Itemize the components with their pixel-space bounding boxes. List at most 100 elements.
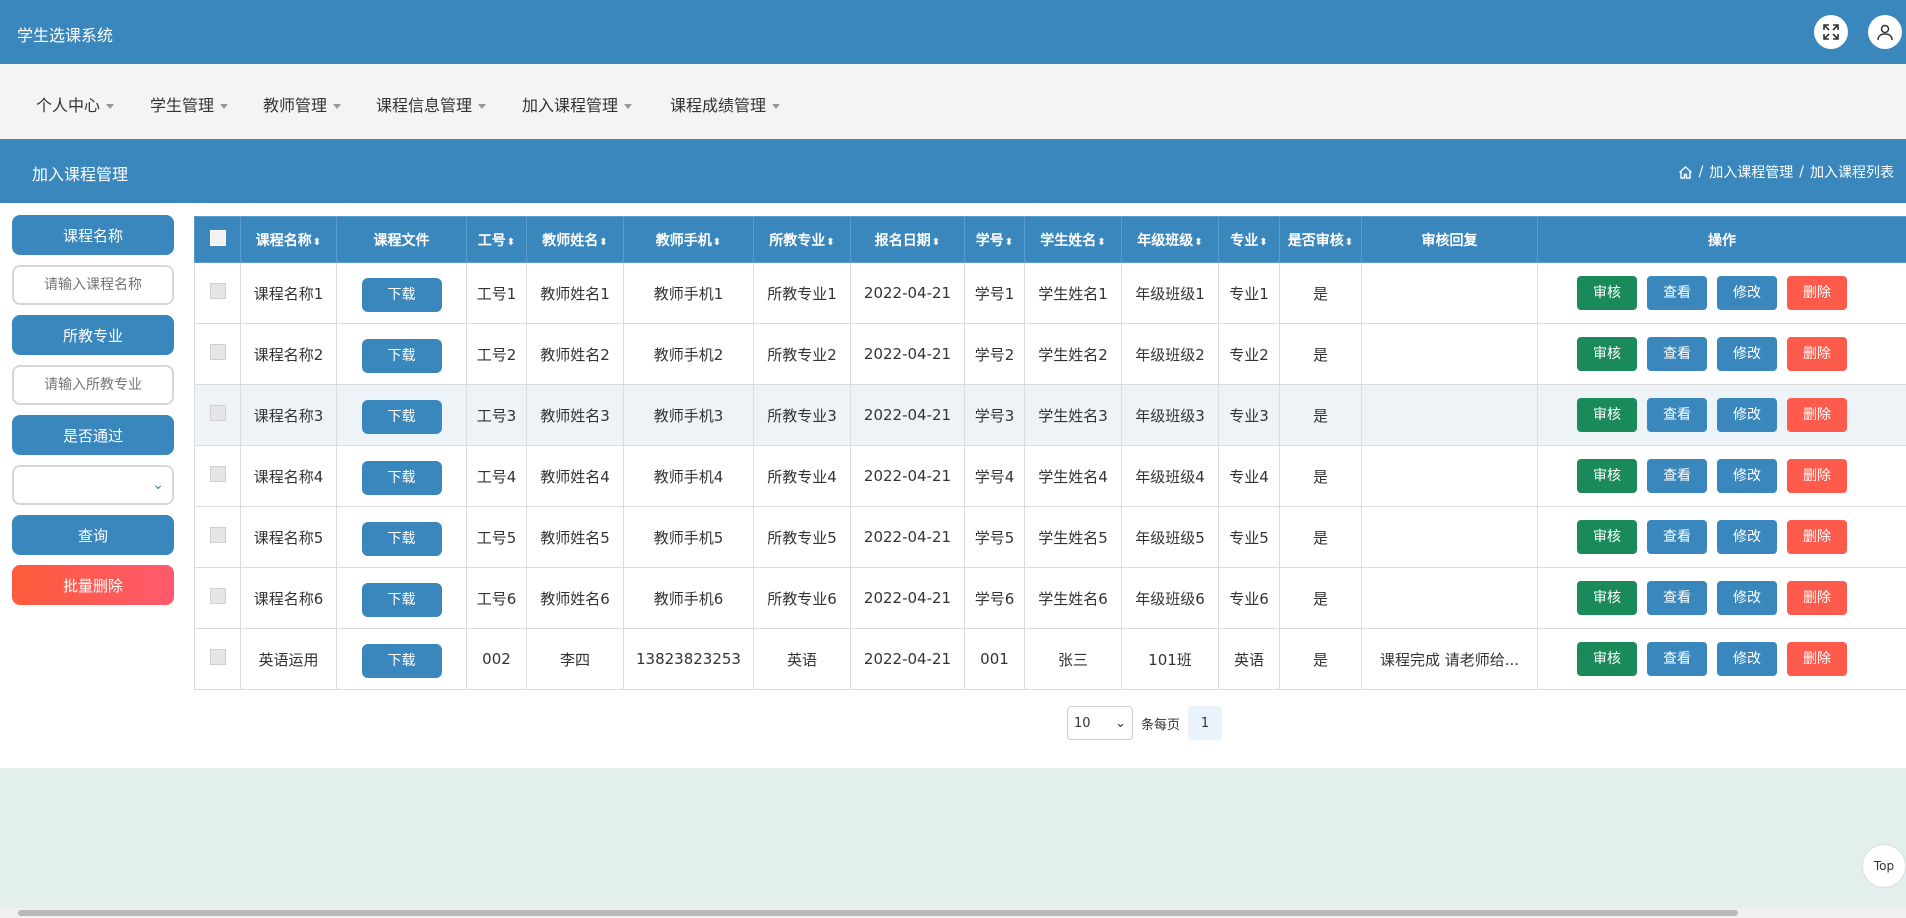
column-header-label: 操作 [1708,232,1736,249]
row-checkbox[interactable] [209,588,226,604]
table-row: 英语运用 下载 002 李四 13823823253 英语 2022-04-21… [194,628,1906,690]
download-button[interactable]: 下载 [361,339,442,373]
edit-button[interactable]: 修改 [1717,520,1777,554]
breadcrumb-item[interactable]: 加入课程管理 [1709,162,1793,182]
delete-button[interactable]: 删除 [1787,276,1847,310]
audit-button[interactable]: 审核 [1577,642,1637,676]
column-header[interactable]: 工号⬍ [466,216,527,263]
course-name-label: 课程名称 [12,215,174,255]
chevron-down-icon: ⌄ [152,477,164,493]
page-size-select[interactable]: 10 ⌄ [1067,706,1133,740]
nav-item-personal-center[interactable]: 个人中心 [36,92,115,116]
select-all-checkbox[interactable] [209,229,226,246]
nav-item-course-info-management[interactable]: 课程信息管理 [376,92,487,116]
edit-button[interactable]: 修改 [1717,459,1777,493]
column-header[interactable]: 是否审核⬍ [1279,216,1362,263]
row-checkbox[interactable] [209,649,226,665]
view-button[interactable]: 查看 [1647,520,1707,554]
column-header-label: 所教专业 [769,232,826,249]
major-cell: 专业3 [1218,384,1280,446]
nav-item-student-management[interactable]: 学生管理 [150,92,229,116]
edit-button[interactable]: 修改 [1717,581,1777,615]
column-header[interactable]: 课程名称⬍ [240,216,337,263]
delete-button[interactable]: 删除 [1787,337,1847,371]
view-button[interactable]: 查看 [1647,459,1707,493]
audit-button[interactable]: 审核 [1577,581,1637,615]
delete-button[interactable]: 删除 [1787,642,1847,676]
per-page-label: 条每页 [1141,717,1181,733]
row-checkbox[interactable] [209,466,226,482]
column-header-label: 课程文件 [373,232,430,249]
major-cell: 专业6 [1218,567,1280,629]
download-button[interactable]: 下载 [361,400,442,434]
edit-button[interactable]: 修改 [1717,642,1777,676]
delete-button[interactable]: 删除 [1787,520,1847,554]
audit-button[interactable]: 审核 [1577,520,1637,554]
batch-delete-button[interactable]: 批量删除 [12,565,174,605]
column-header[interactable]: 教师手机⬍ [623,216,754,263]
actions-cell: 审核 查看 修改 删除 [1537,262,1906,324]
column-header[interactable]: 教师姓名⬍ [526,216,624,263]
view-button[interactable]: 查看 [1647,398,1707,432]
row-checkbox[interactable] [209,283,226,299]
major-taught-input[interactable] [12,365,174,405]
job-no-cell: 002 [466,628,527,690]
passed-select[interactable]: ⌄ [12,465,174,505]
major-taught-cell: 所教专业3 [753,384,851,446]
audit-reply-cell [1361,262,1538,324]
audit-button[interactable]: 审核 [1577,276,1637,310]
view-button[interactable]: 查看 [1647,581,1707,615]
view-button[interactable]: 查看 [1647,337,1707,371]
column-header-label: 学号 [975,232,1004,249]
column-header[interactable]: 年级班级⬍ [1121,216,1219,263]
delete-button[interactable]: 删除 [1787,459,1847,493]
download-button[interactable]: 下载 [361,644,442,678]
download-button[interactable]: 下载 [361,522,442,556]
page-number-button[interactable]: 1 [1188,706,1223,740]
view-button[interactable]: 查看 [1647,642,1707,676]
delete-button[interactable]: 删除 [1787,581,1847,615]
user-button[interactable] [1868,15,1902,49]
audit-button[interactable]: 审核 [1577,459,1637,493]
major-taught-cell: 所教专业1 [753,262,851,324]
row-checkbox[interactable] [209,344,226,360]
fullscreen-button[interactable] [1814,15,1848,49]
home-icon[interactable] [1678,165,1693,180]
caret-down-icon [478,104,487,109]
nav-item-teacher-management[interactable]: 教师管理 [263,92,342,116]
column-header[interactable]: 专业⬍ [1218,216,1280,263]
view-button[interactable]: 查看 [1647,276,1707,310]
nav-item-join-course-management[interactable]: 加入课程管理 [522,92,633,116]
table-row: 课程名称4 下载 工号4 教师姓名4 教师手机4 所教专业4 2022-04-2… [194,445,1906,507]
column-header-label: 学生姓名 [1040,232,1097,249]
audit-reply-cell [1361,506,1538,568]
nav-item-course-grade-management[interactable]: 课程成绩管理 [670,92,781,116]
download-button[interactable]: 下载 [361,583,442,617]
column-header[interactable]: 学号⬍ [964,216,1025,263]
column-header[interactable]: 所教专业⬍ [753,216,851,263]
row-select-cell [194,628,241,690]
query-button[interactable]: 查询 [12,515,174,555]
sort-icon: ⬍ [712,236,722,248]
horizontal-scrollbar[interactable] [0,908,1906,918]
download-button[interactable]: 下载 [361,461,442,495]
teacher-name-cell: 教师姓名2 [526,323,624,385]
edit-button[interactable]: 修改 [1717,398,1777,432]
table-row: 课程名称2 下载 工号2 教师姓名2 教师手机2 所教专业2 2022-04-2… [194,323,1906,385]
scrollbar-thumb[interactable] [18,910,1738,916]
student-no-cell: 学号3 [964,384,1025,446]
row-checkbox[interactable] [209,527,226,543]
back-to-top-button[interactable]: Top [1862,844,1906,888]
delete-button[interactable]: 删除 [1787,398,1847,432]
row-checkbox[interactable] [209,405,226,421]
audit-button[interactable]: 审核 [1577,337,1637,371]
column-header[interactable]: 学生姓名⬍ [1024,216,1122,263]
edit-button[interactable]: 修改 [1717,337,1777,371]
audit-button[interactable]: 审核 [1577,398,1637,432]
course-file-cell: 下载 [336,262,467,324]
student-no-cell: 001 [964,628,1025,690]
course-name-input[interactable] [12,265,174,305]
column-header[interactable]: 报名日期⬍ [850,216,965,263]
edit-button[interactable]: 修改 [1717,276,1777,310]
download-button[interactable]: 下载 [361,278,442,312]
